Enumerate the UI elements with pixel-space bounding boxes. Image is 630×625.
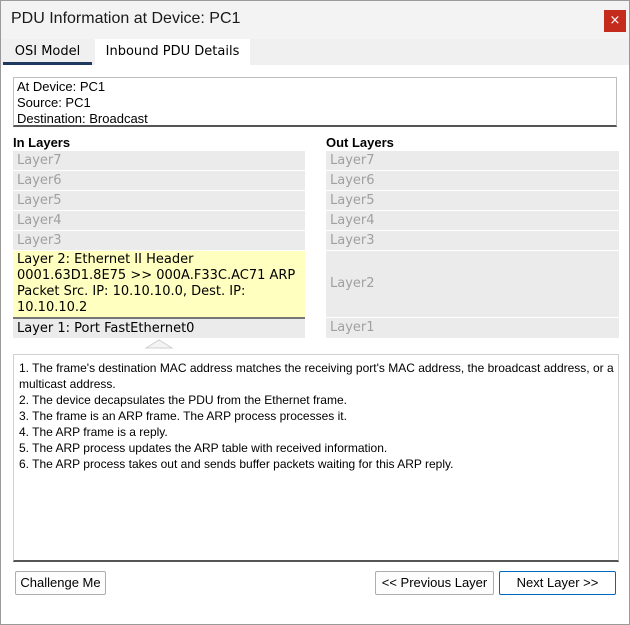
close-icon: ×: [609, 13, 621, 28]
next-layer-button[interactable]: Next Layer >>: [499, 571, 616, 595]
layer2-line: Layer 2: Ethernet II Header: [17, 252, 194, 267]
challenge-me-button[interactable]: Challenge Me: [15, 571, 106, 595]
out-layer-2[interactable]: Layer2: [326, 251, 619, 317]
layer-details-text: 1. The frame's destination MAC address m…: [13, 354, 619, 562]
out-layers-header: Out Layers: [326, 135, 394, 150]
out-layer-7[interactable]: Layer7: [326, 151, 619, 170]
previous-layer-button[interactable]: << Previous Layer: [375, 571, 494, 595]
in-layer-2[interactable]: Layer 2: Ethernet II Header 0001.63D1.8E…: [13, 251, 305, 317]
out-layer-1[interactable]: Layer1: [326, 318, 619, 338]
tab-bar: OSI Model Inbound PDU Details: [1, 39, 629, 65]
in-layer-1[interactable]: Layer 1: Port FastEthernet0: [13, 317, 305, 338]
layer2-line: Packet Src. IP: 10.10.10.0, Dest. IP:: [17, 284, 246, 299]
detail-line: 6. The ARP process takes out and sends b…: [19, 457, 454, 471]
tab-inbound-pdu-details[interactable]: Inbound PDU Details: [95, 39, 250, 65]
detail-line: 4. The ARP frame is a reply.: [19, 425, 168, 439]
out-layer-6[interactable]: Layer6: [326, 171, 619, 190]
pdu-information-window: PDU Information at Device: PC1 × OSI Mod…: [0, 0, 630, 625]
collapse-arrow-icon[interactable]: [144, 339, 174, 349]
at-device-text: At Device: PC1: [17, 79, 106, 94]
layer2-line: 0001.63D1.8E75 >> 000A.F33C.AC71 ARP: [17, 268, 296, 283]
title-bar: PDU Information at Device: PC1 ×: [1, 1, 629, 39]
in-layer-3[interactable]: Layer3: [13, 231, 305, 250]
in-layer-4[interactable]: Layer4: [13, 211, 305, 230]
tab-osi-model[interactable]: OSI Model: [3, 39, 92, 65]
in-layers-header: In Layers: [13, 135, 71, 150]
out-layer-3[interactable]: Layer3: [326, 231, 619, 250]
detail-line: 1. The frame's destination MAC address m…: [19, 361, 614, 391]
in-layer-5[interactable]: Layer5: [13, 191, 305, 210]
pdu-info-box: At Device: PC1 Source: PC1 Destination: …: [13, 77, 617, 127]
out-layer-4[interactable]: Layer4: [326, 211, 619, 230]
detail-line: 5. The ARP process updates the ARP table…: [19, 441, 388, 455]
source-text: Source: PC1: [17, 95, 91, 110]
detail-line: 3. The frame is an ARP frame. The ARP pr…: [19, 409, 347, 423]
in-layer-7[interactable]: Layer7: [13, 151, 305, 170]
layer2-line: 10.10.10.2: [17, 300, 88, 315]
detail-line: 2. The device decapsulates the PDU from …: [19, 393, 347, 407]
in-layer-6[interactable]: Layer6: [13, 171, 305, 190]
destination-text: Destination: Broadcast: [17, 111, 148, 126]
close-button[interactable]: ×: [604, 10, 626, 32]
window-title: PDU Information at Device: PC1: [11, 10, 241, 27]
out-layer-5[interactable]: Layer5: [326, 191, 619, 210]
